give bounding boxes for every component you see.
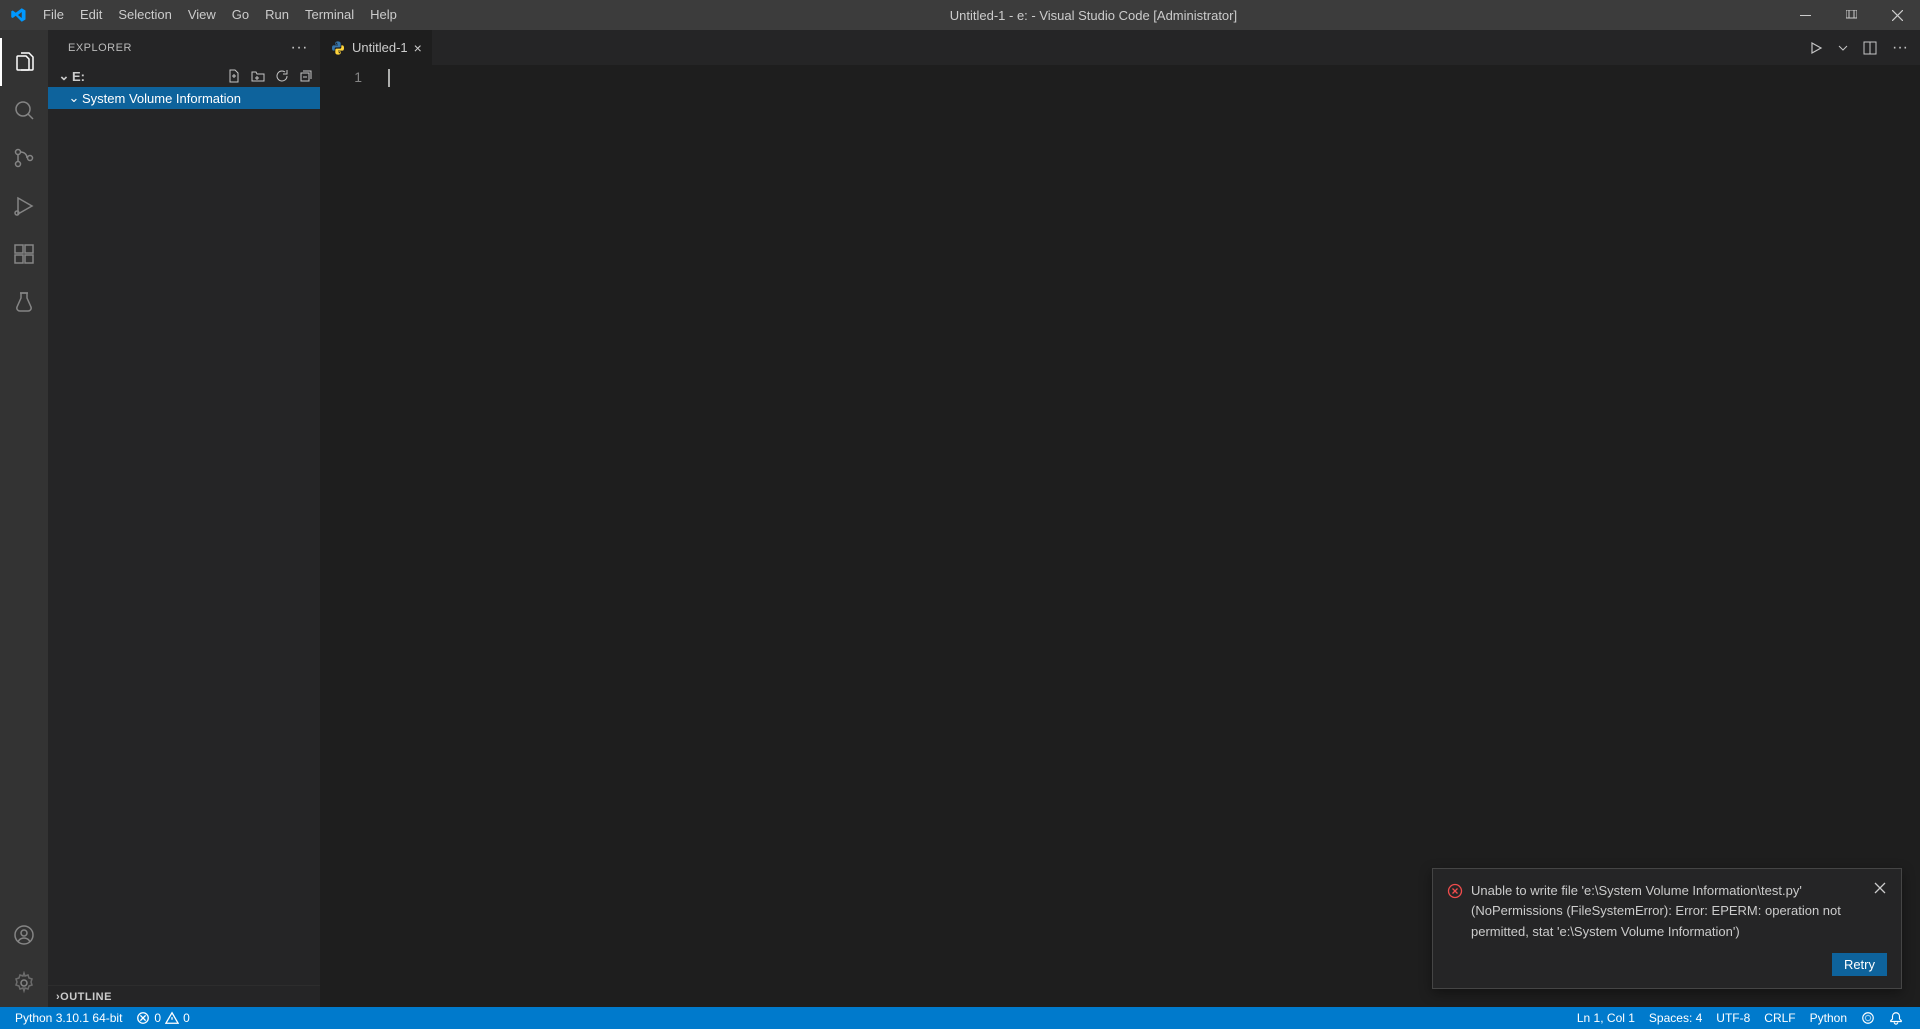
split-editor-icon[interactable] (1862, 40, 1878, 56)
error-notification: Unable to write file 'e:\System Volume I… (1432, 868, 1902, 989)
chevron-down-icon[interactable] (1838, 43, 1848, 53)
status-eol[interactable]: CRLF (1757, 1011, 1802, 1025)
menu-edit[interactable]: Edit (72, 0, 110, 30)
status-encoding[interactable]: UTF-8 (1709, 1011, 1757, 1025)
menu-help[interactable]: Help (362, 0, 405, 30)
close-button[interactable] (1874, 0, 1920, 30)
tree-root-folder[interactable]: ⌄ E: (48, 65, 320, 87)
minimize-button[interactable] (1782, 0, 1828, 30)
editor-actions: ··· (1796, 30, 1920, 65)
sidebar-title: EXPLORER (68, 42, 132, 54)
warning-count: 0 (183, 1011, 190, 1025)
notification-message: Unable to write file 'e:\System Volume I… (1471, 881, 1865, 943)
tab-close-icon[interactable]: × (414, 40, 422, 56)
menu-bar: File Edit Selection View Go Run Terminal… (35, 0, 405, 30)
menu-terminal[interactable]: Terminal (297, 0, 362, 30)
line-numbers: 1 (320, 65, 388, 1007)
menu-selection[interactable]: Selection (110, 0, 179, 30)
title-bar: File Edit Selection View Go Run Terminal… (0, 0, 1920, 30)
activity-accounts[interactable] (0, 911, 48, 959)
status-bar: Python 3.10.1 64-bit 0 0 Ln 1, Col 1 Spa… (0, 1007, 1920, 1029)
notification-close-icon[interactable] (1873, 881, 1887, 895)
sidebar-header: EXPLORER ··· (48, 30, 320, 65)
code-area[interactable] (388, 65, 1920, 1007)
run-file-icon[interactable] (1808, 40, 1824, 56)
activity-search[interactable] (0, 86, 48, 134)
maximize-button[interactable] (1828, 0, 1874, 30)
new-folder-icon[interactable] (250, 68, 266, 84)
outline-section[interactable]: › OUTLINE (48, 985, 320, 1007)
menu-view[interactable]: View (180, 0, 224, 30)
activity-settings[interactable] (0, 959, 48, 1007)
refresh-icon[interactable] (274, 68, 290, 84)
status-feedback-icon[interactable] (1854, 1011, 1882, 1025)
collapse-all-icon[interactable] (298, 68, 314, 84)
activity-run-debug[interactable] (0, 182, 48, 230)
line-number: 1 (320, 69, 362, 85)
retry-button[interactable]: Retry (1832, 953, 1887, 976)
menu-go[interactable]: Go (224, 0, 257, 30)
status-cursor-position[interactable]: Ln 1, Col 1 (1570, 1011, 1642, 1025)
activity-testing[interactable] (0, 278, 48, 326)
status-language[interactable]: Python (1803, 1011, 1854, 1025)
menu-run[interactable]: Run (257, 0, 297, 30)
main-area: EXPLORER ··· ⌄ E: ⌄ System Volume Inform… (0, 30, 1920, 1007)
status-indentation[interactable]: Spaces: 4 (1642, 1011, 1709, 1025)
tab-label: Untitled-1 (352, 40, 408, 55)
chevron-down-icon: ⌄ (56, 68, 72, 84)
activity-extensions[interactable] (0, 230, 48, 278)
status-python-version[interactable]: Python 3.10.1 64-bit (8, 1011, 129, 1025)
folder-label: System Volume Information (82, 91, 241, 106)
window-controls (1782, 0, 1920, 30)
menu-file[interactable]: File (35, 0, 72, 30)
sidebar-more-icon[interactable]: ··· (291, 39, 308, 57)
outline-label: OUTLINE (60, 991, 112, 1003)
editor-body[interactable]: 1 (320, 65, 1920, 1007)
new-file-icon[interactable] (226, 68, 242, 84)
editor-tab-active[interactable]: Untitled-1 × (320, 30, 433, 65)
tree-folder-selected[interactable]: ⌄ System Volume Information (48, 87, 320, 109)
more-actions-icon[interactable]: ··· (1892, 39, 1908, 57)
text-cursor (388, 69, 390, 87)
status-problems[interactable]: 0 0 (129, 1011, 196, 1025)
chevron-down-icon: ⌄ (66, 90, 82, 106)
error-icon (1447, 883, 1463, 899)
activity-bar (0, 30, 48, 1007)
explorer-tree: ⌄ E: ⌄ System Volume Information (48, 65, 320, 985)
window-title: Untitled-1 - e: - Visual Studio Code [Ad… (405, 8, 1782, 23)
activity-explorer[interactable] (0, 38, 48, 86)
vscode-logo (0, 6, 35, 24)
editor-area: Untitled-1 × ··· 1 (320, 30, 1920, 1007)
error-count: 0 (154, 1011, 161, 1025)
editor-tabs: Untitled-1 × ··· (320, 30, 1920, 65)
sidebar: EXPLORER ··· ⌄ E: ⌄ System Volume Inform… (48, 30, 320, 1007)
status-notifications-icon[interactable] (1882, 1011, 1910, 1025)
activity-source-control[interactable] (0, 134, 48, 182)
python-file-icon (330, 40, 346, 56)
root-folder-label: E: (72, 69, 85, 84)
